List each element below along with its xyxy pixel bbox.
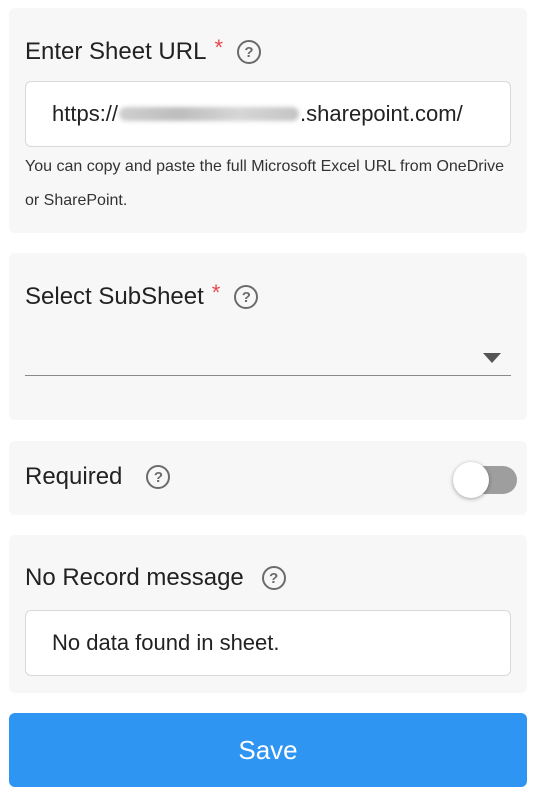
help-icon[interactable]: ? <box>146 465 171 489</box>
required-label: Required <box>25 463 123 490</box>
sheet-url-card: Enter Sheet URL * ? https:// .sharepoint… <box>9 8 527 233</box>
sheet-url-input[interactable]: https:// .sharepoint.com/ <box>25 81 511 147</box>
sheet-url-value-start: https:// <box>52 101 119 126</box>
save-button[interactable]: Save <box>9 713 527 787</box>
required-asterisk: * <box>214 35 223 60</box>
subsheet-card: Select SubSheet * ? <box>9 253 527 420</box>
chevron-down-icon[interactable] <box>483 353 501 363</box>
help-icon[interactable]: ? <box>261 566 286 590</box>
no-record-input[interactable]: No data found in sheet. <box>25 610 511 676</box>
redacted-blur <box>119 107 300 121</box>
required-toggle[interactable] <box>453 462 517 498</box>
sheet-url-value-end: .sharepoint.com/ <box>300 101 463 126</box>
sheet-url-helper-text: You can copy and paste the full Microsof… <box>25 158 505 209</box>
help-icon[interactable]: ? <box>234 285 259 309</box>
required-card: Required ? <box>9 441 527 515</box>
no-record-label: No Record message <box>25 564 244 591</box>
required-asterisk: * <box>211 280 221 305</box>
sheet-url-label-row: Enter Sheet URL * ? <box>25 35 261 66</box>
subsheet-select[interactable] <box>25 341 511 376</box>
subsheet-label: Select SubSheet <box>25 283 204 310</box>
required-label-row: Required ? <box>25 463 171 491</box>
no-record-label-row: No Record message ? <box>25 564 286 592</box>
no-record-value: No data found in sheet. <box>52 630 280 655</box>
subsheet-label-row: Select SubSheet * ? <box>25 280 259 311</box>
toggle-knob[interactable] <box>453 462 489 498</box>
sheet-url-label: Enter Sheet URL <box>25 38 207 65</box>
no-record-card: No Record message ? No data found in she… <box>9 535 527 693</box>
help-icon[interactable]: ? <box>237 40 261 64</box>
